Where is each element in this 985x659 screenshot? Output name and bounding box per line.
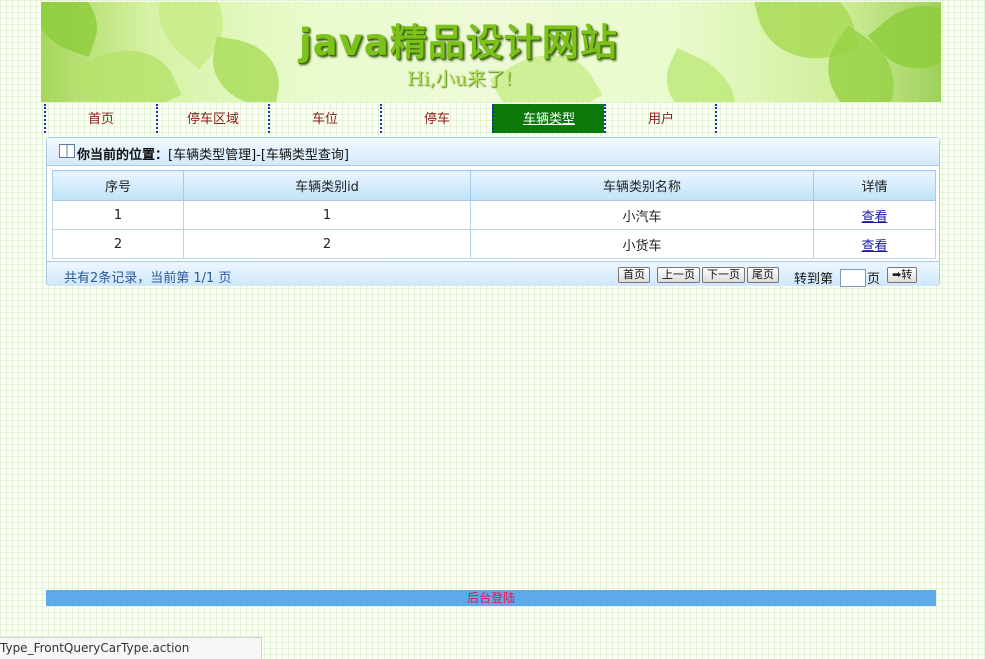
prev-page-button[interactable]: 上一页 (657, 267, 700, 283)
table-row: 2 2 小货车 查看 (52, 229, 936, 259)
main-nav: 首页 停车区域 车位 停车 车辆类型 用户 (44, 104, 724, 133)
nav-item-user[interactable]: 用户 (604, 104, 716, 133)
vehicle-type-table: 序号 车辆类别id 车辆类别名称 详情 1 1 小汽车 查看 2 2 小货车 查… (52, 170, 936, 259)
nav-item-parking[interactable]: 停车 (380, 104, 492, 133)
goto-button[interactable]: ➡转 (887, 267, 918, 283)
browser-status-bar: Type_FrontQueryCarType.action (0, 637, 262, 659)
book-icon (59, 144, 75, 158)
nav-divider (715, 104, 717, 133)
breadcrumb-prefix: 你当前的位置： (77, 148, 169, 163)
breadcrumb: 你当前的位置：[车辆类型管理]-[车辆类型查询] (47, 138, 939, 166)
cell-id: 2 (183, 229, 471, 259)
column-header-name: 车辆类别名称 (470, 170, 814, 201)
site-title: java精品设计网站 (299, 21, 618, 64)
site-subtitle: Hi,小u来了! (407, 68, 513, 90)
cell-index: 2 (52, 229, 184, 259)
breadcrumb-path: [车辆类型管理]-[车辆类型查询] (168, 148, 349, 163)
goto-page-input[interactable] (840, 269, 866, 287)
leaf-decoration (652, 47, 750, 102)
view-detail-link[interactable]: 查看 (861, 239, 887, 254)
first-page-button[interactable]: 首页 (618, 267, 650, 283)
nav-item-home[interactable]: 首页 (44, 104, 156, 133)
column-header-id: 车辆类别id (183, 170, 471, 201)
column-header-index: 序号 (52, 170, 184, 201)
leaf-decoration (206, 36, 286, 102)
breadcrumb-text: 你当前的位置：[车辆类型管理]-[车辆类型查询] (77, 144, 349, 163)
view-detail-link[interactable]: 查看 (861, 210, 887, 225)
leaf-decoration (41, 2, 110, 58)
nav-item-parking-space[interactable]: 车位 (268, 104, 380, 133)
cell-index: 1 (52, 200, 184, 230)
cell-detail: 查看 (813, 200, 936, 230)
footer-bar: 后台登陆 (46, 590, 936, 606)
cell-name: 小货车 (470, 229, 814, 259)
table-header-row: 序号 车辆类别id 车辆类别名称 详情 (52, 170, 936, 201)
admin-login-link[interactable]: 后台登陆 (467, 591, 515, 605)
last-page-button[interactable]: 尾页 (747, 267, 779, 283)
goto-label: 转到第 (794, 272, 834, 287)
table-row: 1 1 小汽车 查看 (52, 200, 936, 230)
nav-item-parking-area[interactable]: 停车区域 (156, 104, 268, 133)
record-summary: 共有2条记录，当前第 1/1 页 (64, 271, 232, 286)
site-banner: java精品设计网站 Hi,小u来了! (41, 2, 941, 102)
cell-id: 1 (183, 200, 471, 230)
nav-item-vehicle-type[interactable]: 车辆类型 (492, 104, 604, 133)
status-url: Type_FrontQueryCarType.action (0, 641, 190, 655)
column-header-detail: 详情 (813, 170, 936, 201)
cell-name: 小汽车 (470, 200, 814, 230)
content-panel: 你当前的位置：[车辆类型管理]-[车辆类型查询] 序号 车辆类别id 车辆类别名… (46, 137, 940, 287)
pagination-bar: 共有2条记录，当前第 1/1 页 首页 上一页 下一页 尾页 转到第 页 ➡转 (47, 261, 939, 287)
cell-detail: 查看 (813, 229, 936, 259)
next-page-button[interactable]: 下一页 (702, 267, 745, 283)
goto-unit: 页 (867, 272, 881, 287)
